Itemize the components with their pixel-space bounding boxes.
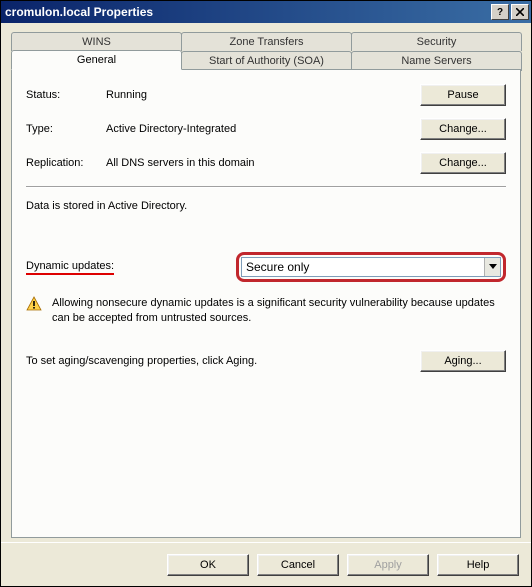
change-replication-button[interactable]: Change... <box>420 152 506 174</box>
titlebar: cromulon.local Properties ? <box>1 1 531 23</box>
warning-text: Allowing nonsecure dynamic updates is a … <box>52 296 506 326</box>
close-button[interactable] <box>511 4 529 20</box>
dynamic-updates-dropdown[interactable]: Secure only <box>241 257 501 277</box>
ok-button[interactable]: OK <box>167 554 249 576</box>
type-label: Type: <box>26 123 106 135</box>
tabs-row-back: WINS Zone Transfers Security <box>11 31 521 50</box>
dynamic-updates-label-text: Dynamic updates: <box>26 260 114 275</box>
change-type-button[interactable]: Change... <box>420 118 506 140</box>
aging-text: To set aging/scavenging properties, clic… <box>26 355 420 367</box>
apply-button[interactable]: Apply <box>347 554 429 576</box>
chevron-down-icon <box>489 264 497 270</box>
tab-security[interactable]: Security <box>351 32 522 51</box>
separator <box>26 186 506 188</box>
pause-button[interactable]: Pause <box>420 84 506 106</box>
properties-dialog: cromulon.local Properties ? WINS Zone Tr… <box>0 0 532 587</box>
aging-button[interactable]: Aging... <box>420 350 506 372</box>
replication-value: All DNS servers in this domain <box>106 157 420 169</box>
tab-wins[interactable]: WINS <box>11 32 182 51</box>
titlebar-buttons: ? <box>491 4 529 20</box>
dynamic-updates-value: Secure only <box>242 260 484 274</box>
status-value: Running <box>106 89 420 101</box>
replication-label: Replication: <box>26 157 106 169</box>
dialog-footer: OK Cancel Apply Help <box>1 542 531 586</box>
tab-soa[interactable]: Start of Authority (SOA) <box>181 51 352 71</box>
dynamic-updates-label: Dynamic updates: <box>26 260 236 275</box>
close-icon <box>516 8 524 16</box>
tab-general[interactable]: General <box>11 50 182 70</box>
status-label: Status: <box>26 89 106 101</box>
tab-name-servers[interactable]: Name Servers <box>351 51 522 71</box>
storage-text: Data is stored in Active Directory. <box>26 200 506 212</box>
dynamic-updates-highlight: Secure only <box>236 252 506 282</box>
help-button[interactable]: ? <box>491 4 509 20</box>
help-footer-button[interactable]: Help <box>437 554 519 576</box>
tab-panel-general: Status: Running Pause Type: Active Direc… <box>11 69 521 538</box>
type-value: Active Directory-Integrated <box>106 123 420 135</box>
warning-icon <box>26 296 42 312</box>
dynamic-updates-row: Dynamic updates: Secure only <box>26 252 506 282</box>
window-title: cromulon.local Properties <box>5 5 491 19</box>
type-row: Type: Active Directory-Integrated Change… <box>26 118 506 140</box>
status-row: Status: Running Pause <box>26 84 506 106</box>
dropdown-toggle[interactable] <box>484 258 500 276</box>
warning-row: Allowing nonsecure dynamic updates is a … <box>26 296 506 326</box>
tabs-row-front: General Start of Authority (SOA) Name Se… <box>11 50 521 70</box>
content-area: WINS Zone Transfers Security General Sta… <box>1 23 531 542</box>
cancel-button[interactable]: Cancel <box>257 554 339 576</box>
tab-zone-transfers[interactable]: Zone Transfers <box>181 32 352 51</box>
aging-row: To set aging/scavenging properties, clic… <box>26 350 506 372</box>
replication-row: Replication: All DNS servers in this dom… <box>26 152 506 174</box>
